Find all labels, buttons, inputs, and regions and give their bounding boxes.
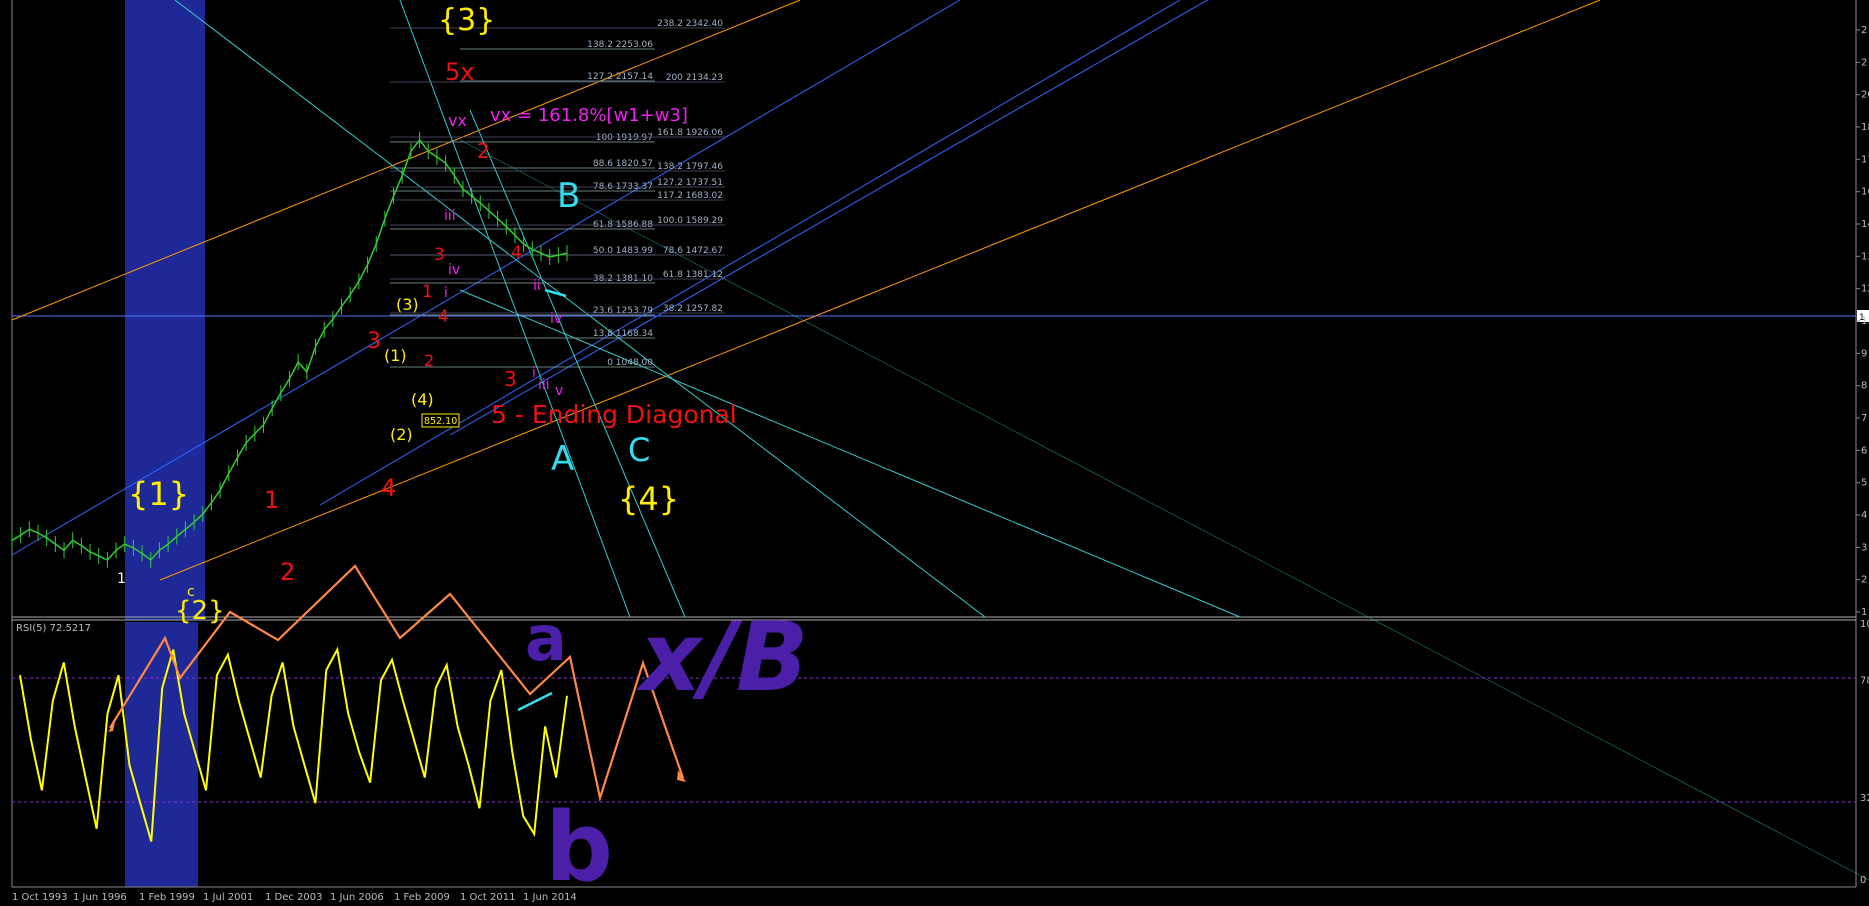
rsi-label: RSI(5) 72.5217	[16, 623, 91, 634]
wave-C: C	[628, 431, 650, 469]
wave-2-yellow: (2)	[390, 425, 413, 444]
wave-c-small: c	[187, 584, 195, 600]
wave-vx: vx	[448, 111, 467, 130]
purple-b-label: b	[545, 793, 613, 903]
wave-3-yellow: (3)	[396, 295, 419, 314]
wave-curly2: {2}	[175, 596, 225, 626]
fib-label-right: 127.2 1737.51	[657, 178, 723, 188]
price-box-label: 852.10	[424, 416, 457, 427]
wave-curly4: {4}	[618, 480, 679, 518]
fib-label-right: 117.2 1683.02	[657, 191, 723, 201]
elliott-wave-chart: 1 138.2 2253.06 127.2 2157.14 100 1919.97 8…	[0, 0, 1869, 906]
y-tick-label: 13	[1861, 251, 1869, 262]
wave-ii-mag: ii	[533, 278, 541, 294]
wave-iv-a: iv	[448, 262, 460, 278]
wave-A: A	[551, 439, 574, 479]
wave-1-white: 1	[117, 571, 126, 587]
wave-curly1: {1}	[128, 475, 189, 513]
wave-2-top: 2	[477, 139, 490, 163]
x-tick-label: 1 Jul 2001	[203, 892, 253, 903]
fib-label-left: 50.0 1483.99	[593, 246, 653, 256]
y-tick-label: 7	[1861, 413, 1867, 424]
wave-1-yellow: (1)	[384, 346, 407, 365]
wave-3-red: 3	[367, 329, 381, 354]
fib-label-right: 138.2 1797.46	[657, 162, 723, 172]
y-tick-label: 4	[1861, 510, 1867, 521]
wave-4-red: 4	[438, 307, 449, 327]
x-tick-label: 1 Oct 2011	[460, 892, 515, 903]
fib-label-right: 100.0 1589.29	[657, 216, 723, 226]
wave-i-mag: i	[444, 285, 448, 301]
wave-2-red: 2	[424, 351, 434, 370]
rsi-tick-label: 78	[1860, 675, 1869, 686]
fib-label-right: 238.2 2342.40	[657, 19, 723, 29]
x-tick-label: 1 Jun 1996	[73, 892, 127, 903]
wave-1-red: 1	[422, 282, 433, 302]
fib-label-left: 100 1919.97	[596, 133, 653, 143]
y-tick-label: 12	[1861, 284, 1869, 295]
y-tick-label: 8	[1861, 381, 1867, 392]
fib-label-left: 138.2 2253.06	[587, 40, 653, 50]
y-tick-label: 6	[1861, 445, 1867, 456]
x-tick-label: 1 Feb 2009	[394, 892, 450, 903]
fib-label-left: 23.6 1253.79	[593, 306, 653, 316]
wave-iii-mag: iii	[538, 377, 550, 393]
y-tick-label: 5	[1861, 478, 1867, 489]
y-tick-label: 2	[1861, 57, 1867, 68]
y-tick-label: 20	[1861, 90, 1869, 101]
x-tick-label: 1 Jun 2014	[523, 892, 577, 903]
wave-3a: 3	[434, 245, 445, 265]
y-tick-label: 18	[1861, 122, 1869, 133]
fib-label-right: 78.6 1472.67	[663, 246, 723, 256]
wave-v-mag: v	[555, 383, 563, 399]
y-tick-label: 2	[1861, 575, 1867, 586]
chart-background	[0, 0, 1869, 906]
y-tick-label: 17	[1861, 154, 1869, 165]
wave-4-red-b: 4	[381, 474, 396, 502]
wave-iii-top: iii	[444, 208, 456, 224]
fib-label-right: 61.8 1381.12	[663, 270, 723, 280]
x-tick-label: 1 Oct 1993	[12, 892, 67, 903]
wave-i-mag2: i	[532, 365, 536, 381]
fib-label-left: 13.8 1168.34	[593, 329, 653, 339]
wave-3b: 3	[504, 367, 517, 391]
purple-a-label: a	[525, 602, 567, 675]
fib-label-right: 200 2134.23	[666, 73, 723, 83]
wave-1-red-b: 1	[264, 486, 279, 514]
vx-formula: vx = 161.8%[w1+w3]	[490, 105, 688, 126]
wave-iv-mag: iv	[550, 311, 562, 327]
rsi-tick-label: 0	[1860, 875, 1866, 886]
highlight-band-upper	[125, 0, 205, 620]
wave-B: B	[557, 176, 580, 216]
wave-5x: 5x	[445, 58, 474, 86]
x-tick-label: 1 Dec 2003	[265, 892, 323, 903]
y-tick-label: 1	[1861, 607, 1867, 618]
y-tick-label: 9	[1861, 348, 1867, 359]
wave-4-yellow: (4)	[411, 390, 434, 409]
y-tick-label: 11	[1861, 316, 1869, 327]
y-tick-label: 16	[1861, 187, 1869, 198]
fib-label-right: 161.8 1926.06	[657, 128, 723, 138]
y-tick-label: 14	[1861, 219, 1869, 230]
ending-diagonal-label: 5 - Ending Diagonal	[491, 400, 737, 429]
rsi-tick-label: 32	[1860, 793, 1869, 804]
x-tick-label: 1 Jun 2006	[330, 892, 384, 903]
fib-label-left: 0 1048.00	[607, 358, 653, 368]
fib-label-left: 88.6 1820.57	[593, 159, 653, 169]
rsi-tick-label: 100	[1860, 619, 1869, 630]
wave-curly3: {3}	[438, 3, 495, 38]
highlight-band-lower	[125, 622, 198, 887]
wave-2-red-b: 2	[280, 558, 295, 586]
y-tick-label: 2	[1861, 25, 1867, 36]
time-axis-ticks: 1 Oct 1993 1 Jun 1996 1 Feb 1999 1 Jul 2001…	[12, 892, 577, 903]
x-tick-label: 1 Feb 1999	[139, 892, 195, 903]
fib-label-left: 127.2 2157.14	[587, 72, 653, 82]
y-tick-label: 3	[1861, 542, 1867, 553]
purple-xb-label: x/B	[636, 603, 808, 713]
fib-label-right: 38.2 1257.82	[663, 304, 723, 314]
wave-4-red-right: 4	[511, 243, 522, 263]
